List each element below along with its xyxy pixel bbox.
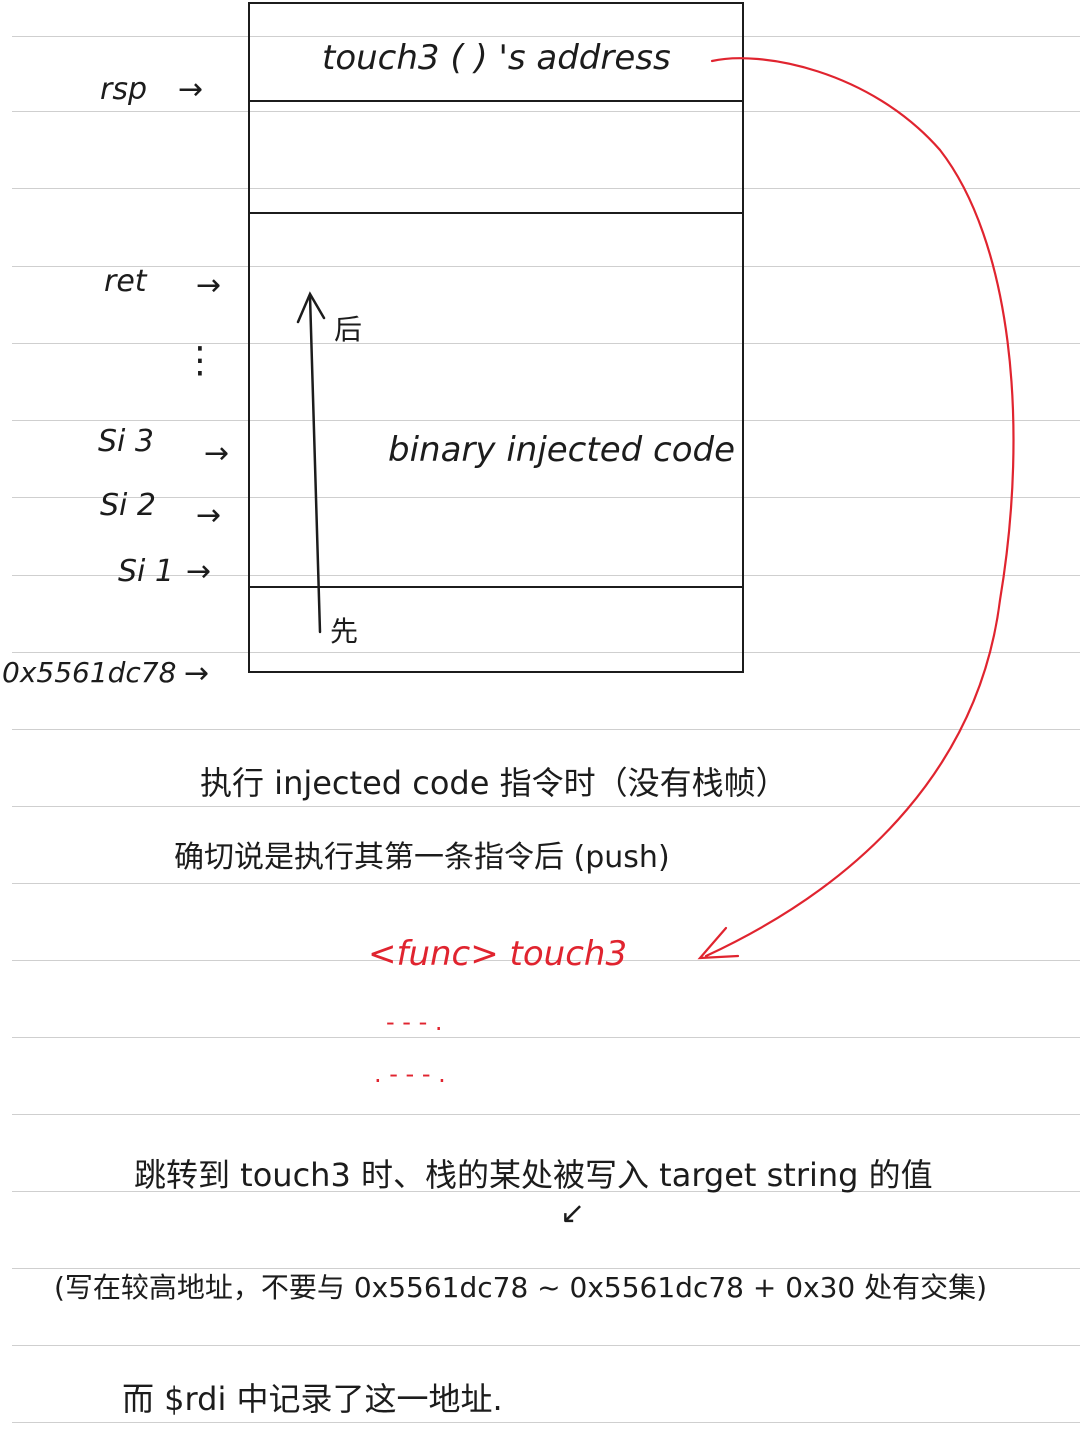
annotation-strokes	[296, 57, 1015, 960]
touch3-function-label: <func> touch3	[368, 934, 628, 974]
touch3-dots-1: - - - .	[386, 1008, 443, 1036]
note-line-2: 确切说是执行其第一条指令后 (push)	[174, 840, 670, 875]
touch3-dots-2: . - - - .	[374, 1060, 446, 1088]
note-line-1: 执行 injected code 指令时（没有栈帧）	[200, 764, 788, 802]
bottom-note-line-3: 而 $rdi 中记录了这一地址.	[122, 1380, 503, 1418]
bottom-note-line-1: 跳转到 touch3 时、栈的某处被写入 target string 的值	[134, 1156, 933, 1194]
bottom-note-line-2: (写在较高地址，不要与 0x5561dc78 ~ 0x5561dc78 + 0x…	[54, 1271, 988, 1304]
execution-direction-arrow	[296, 291, 326, 634]
call-to-touch3-arrow	[697, 57, 1015, 960]
pointer-arrow-icon: ↙	[560, 1196, 586, 1231]
